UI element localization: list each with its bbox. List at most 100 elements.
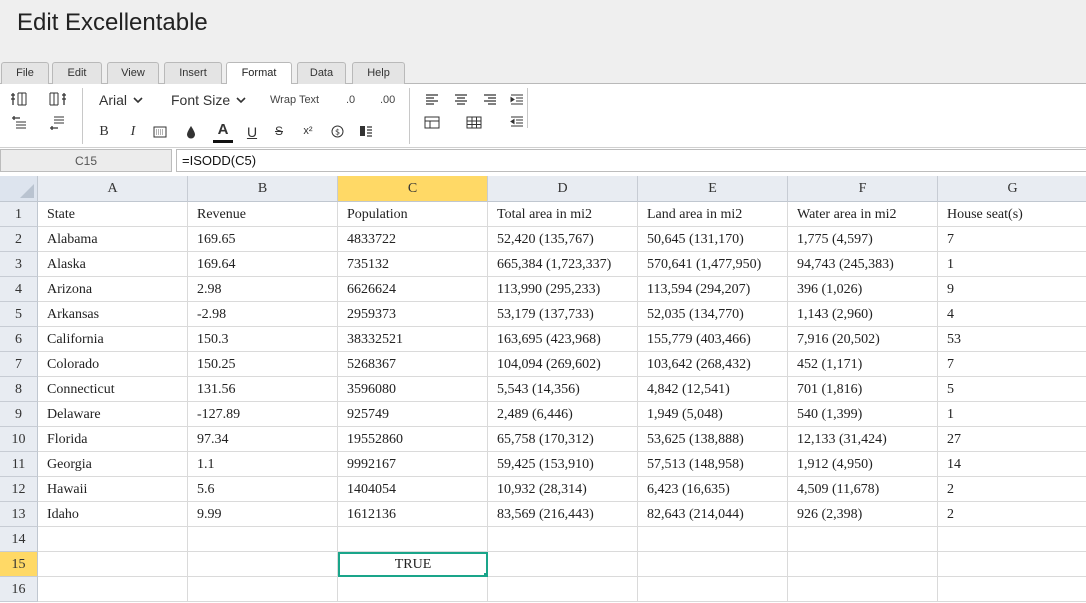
bold-button[interactable]: B (96, 122, 112, 142)
cell-f9[interactable]: 540 (1,399) (788, 402, 938, 427)
select-all-corner[interactable] (0, 176, 38, 202)
cell-f8[interactable]: 701 (1,816) (788, 377, 938, 402)
cell-c2[interactable]: 4833722 (338, 227, 488, 252)
font-size-dropdown[interactable]: Font Size (171, 92, 246, 108)
cell-e6[interactable]: 155,779 (403,466) (638, 327, 788, 352)
row-header-2[interactable]: 2 (0, 227, 38, 252)
tab-view[interactable]: View (107, 62, 159, 84)
superscript-button[interactable]: x² (299, 122, 317, 140)
column-header-a[interactable]: A (38, 176, 188, 202)
row-header-16[interactable]: 16 (0, 577, 38, 602)
cell-b3[interactable]: 169.64 (188, 252, 338, 277)
table-grid-icon[interactable] (465, 114, 483, 130)
cell-e15[interactable] (638, 552, 788, 577)
tab-edit[interactable]: Edit (52, 62, 102, 84)
cell-a1[interactable]: State (38, 202, 188, 227)
font-color-button[interactable]: A (212, 120, 234, 144)
cell-c13[interactable]: 1612136 (338, 502, 488, 527)
fill-color-icon[interactable] (183, 123, 199, 141)
indent-icon[interactable] (509, 92, 525, 106)
cell-a5[interactable]: Arkansas (38, 302, 188, 327)
cell-b2[interactable]: 169.65 (188, 227, 338, 252)
currency-format-icon[interactable]: $ (329, 123, 345, 139)
cell-a7[interactable]: Colorado (38, 352, 188, 377)
tab-help[interactable]: Help (352, 62, 405, 84)
conditional-format-icon[interactable] (358, 123, 374, 139)
cell-d1[interactable]: Total area in mi2 (488, 202, 638, 227)
tab-file[interactable]: File (1, 62, 49, 84)
cell-f6[interactable]: 7,916 (20,502) (788, 327, 938, 352)
cell-a8[interactable]: Connecticut (38, 377, 188, 402)
cell-g12[interactable]: 2 (938, 477, 1086, 502)
cell-c12[interactable]: 1404054 (338, 477, 488, 502)
cell-g1[interactable]: House seat(s) (938, 202, 1086, 227)
cell-d13[interactable]: 83,569 (216,443) (488, 502, 638, 527)
cell-f5[interactable]: 1,143 (2,960) (788, 302, 938, 327)
cell-e3[interactable]: 570,641 (1,477,950) (638, 252, 788, 277)
strikethrough-button[interactable]: S (271, 122, 287, 140)
cell-c3[interactable]: 735132 (338, 252, 488, 277)
cell-e12[interactable]: 6,423 (16,635) (638, 477, 788, 502)
row-header-11[interactable]: 11 (0, 452, 38, 477)
cell-f1[interactable]: Water area in mi2 (788, 202, 938, 227)
cell-f10[interactable]: 12,133 (31,424) (788, 427, 938, 452)
cell-a14[interactable] (38, 527, 188, 552)
cell-f11[interactable]: 1,912 (4,950) (788, 452, 938, 477)
cell-a16[interactable] (38, 577, 188, 602)
underline-button[interactable]: U (244, 122, 260, 142)
cell-d12[interactable]: 10,932 (28,314) (488, 477, 638, 502)
cell-d5[interactable]: 53,179 (137,733) (488, 302, 638, 327)
row-header-4[interactable]: 4 (0, 277, 38, 302)
cell-b5[interactable]: -2.98 (188, 302, 338, 327)
cell-a11[interactable]: Georgia (38, 452, 188, 477)
row-header-1[interactable]: 1 (0, 202, 38, 227)
cell-a2[interactable]: Alabama (38, 227, 188, 252)
row-header-10[interactable]: 10 (0, 427, 38, 452)
cell-g6[interactable]: 53 (938, 327, 1086, 352)
cell-d8[interactable]: 5,543 (14,356) (488, 377, 638, 402)
tab-format[interactable]: Format (226, 62, 292, 85)
cell-e4[interactable]: 113,594 (294,207) (638, 277, 788, 302)
cell-e16[interactable] (638, 577, 788, 602)
merge-cells-icon[interactable] (423, 114, 441, 130)
cell-e2[interactable]: 50,645 (131,170) (638, 227, 788, 252)
align-right-icon[interactable] (482, 92, 498, 106)
cell-f15[interactable] (788, 552, 938, 577)
row-header-15[interactable]: 15 (0, 552, 38, 577)
cell-e7[interactable]: 103,642 (268,432) (638, 352, 788, 377)
row-header-9[interactable]: 9 (0, 402, 38, 427)
cell-b9[interactable]: -127.89 (188, 402, 338, 427)
cell-g10[interactable]: 27 (938, 427, 1086, 452)
cell-c7[interactable]: 5268367 (338, 352, 488, 377)
cell-f2[interactable]: 1,775 (4,597) (788, 227, 938, 252)
cell-c16[interactable] (338, 577, 488, 602)
cell-d2[interactable]: 52,420 (135,767) (488, 227, 638, 252)
insert-row-below-icon[interactable] (48, 114, 68, 132)
cell-e11[interactable]: 57,513 (148,958) (638, 452, 788, 477)
cell-b8[interactable]: 131.56 (188, 377, 338, 402)
row-header-13[interactable]: 13 (0, 502, 38, 527)
cell-g4[interactable]: 9 (938, 277, 1086, 302)
cell-g13[interactable]: 2 (938, 502, 1086, 527)
cell-d6[interactable]: 163,695 (423,968) (488, 327, 638, 352)
cell-a12[interactable]: Hawaii (38, 477, 188, 502)
cell-border-icon[interactable] (152, 124, 168, 140)
cell-d14[interactable] (488, 527, 638, 552)
decrease-decimal-button[interactable]: .0 (346, 94, 355, 106)
tab-insert[interactable]: Insert (164, 62, 222, 84)
cell-c9[interactable]: 925749 (338, 402, 488, 427)
cell-g7[interactable]: 7 (938, 352, 1086, 377)
cell-g2[interactable]: 7 (938, 227, 1086, 252)
cell-d4[interactable]: 113,990 (295,233) (488, 277, 638, 302)
row-header-8[interactable]: 8 (0, 377, 38, 402)
cell-b13[interactable]: 9.99 (188, 502, 338, 527)
cell-d9[interactable]: 2,489 (6,446) (488, 402, 638, 427)
column-header-e[interactable]: E (638, 176, 788, 202)
insert-row-above-icon[interactable] (10, 114, 30, 132)
cell-c11[interactable]: 9992167 (338, 452, 488, 477)
cell-a3[interactable]: Alaska (38, 252, 188, 277)
cell-c1[interactable]: Population (338, 202, 488, 227)
cell-f3[interactable]: 94,743 (245,383) (788, 252, 938, 277)
cell-b1[interactable]: Revenue (188, 202, 338, 227)
row-header-5[interactable]: 5 (0, 302, 38, 327)
